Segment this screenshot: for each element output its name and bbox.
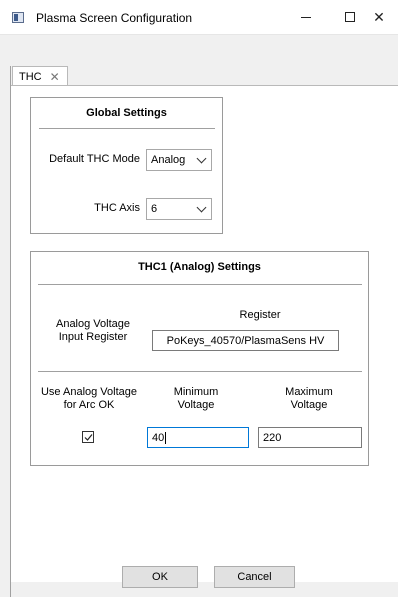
ok-button[interactable]: OK	[122, 566, 198, 588]
arc-ok-checkbox[interactable]	[82, 431, 94, 443]
min-voltage-label-line2: Voltage	[177, 399, 215, 411]
thc-axis-label: THC Axis	[94, 202, 140, 214]
chevron-down-icon	[196, 202, 207, 213]
analog-input-label-line2: Input Register	[58, 331, 128, 343]
check-icon	[84, 434, 93, 441]
max-voltage-field[interactable]: 220	[258, 427, 362, 448]
thc-mode-select[interactable]: Analog	[146, 149, 212, 171]
titlebar-divider	[0, 34, 398, 35]
arc-ok-label-line2: for Arc OK	[63, 399, 115, 411]
tab-thc-label: THC	[19, 70, 42, 83]
min-voltage-field[interactable]: 40	[147, 427, 249, 448]
tab-close-icon[interactable]: ✕	[50, 70, 60, 84]
tab-panel: Global Settings Default THC Mode Analog …	[11, 85, 398, 582]
thc1-settings-group: THC1 (Analog) Settings Register Analog V…	[30, 251, 369, 466]
cancel-button[interactable]: Cancel	[214, 566, 295, 588]
minimize-button[interactable]	[284, 0, 328, 34]
thc1-settings-title: THC1 (Analog) Settings	[138, 261, 261, 273]
max-voltage-label-line1: Maximum	[285, 386, 333, 398]
app-icon	[12, 12, 24, 23]
global-settings-divider	[39, 128, 215, 129]
global-settings-title: Global Settings	[86, 107, 167, 119]
thc-axis-select[interactable]: 6	[146, 198, 212, 220]
thc1-divider-mid	[38, 371, 362, 372]
max-voltage-label-line2: Voltage	[290, 399, 328, 411]
thc1-divider-top	[38, 284, 362, 285]
tab-thc[interactable]: THC ✕	[12, 66, 68, 86]
global-settings-group: Global Settings Default THC Mode Analog …	[30, 97, 223, 234]
window-title: Plasma Screen Configuration	[36, 11, 193, 25]
thc-axis-value: 6	[151, 203, 158, 215]
min-voltage-value: 40	[152, 431, 165, 444]
analog-input-label-line1: Analog Voltage	[55, 318, 130, 330]
title-bar: Plasma Screen Configuration ✕	[0, 0, 398, 34]
register-field[interactable]: PoKeys_40570/PlasmaSens HV	[152, 330, 339, 351]
register-value: PoKeys_40570/PlasmaSens HV	[166, 334, 325, 347]
thc-mode-value: Analog	[151, 154, 186, 166]
min-voltage-label-line1: Minimum	[173, 386, 219, 398]
chevron-down-icon	[196, 153, 207, 164]
max-voltage-value: 220	[263, 431, 282, 444]
minimize-icon	[301, 16, 311, 18]
maximize-icon	[345, 12, 355, 22]
text-caret	[165, 431, 167, 444]
thc-mode-label: Default THC Mode	[49, 153, 140, 165]
close-button[interactable]: ✕	[360, 0, 398, 34]
register-header: Register	[239, 309, 281, 321]
close-icon: ✕	[373, 8, 385, 25]
arc-ok-label-line1: Use Analog Voltage	[40, 386, 138, 398]
